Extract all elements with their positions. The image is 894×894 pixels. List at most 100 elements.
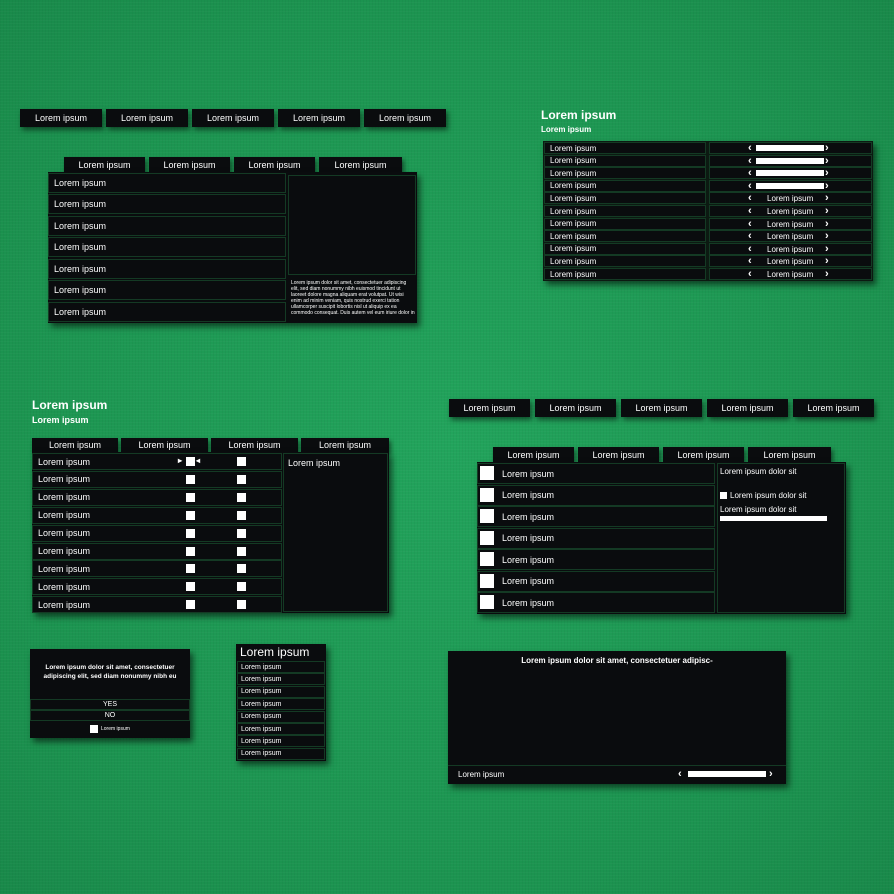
panel-b-tab-2[interactable]: Lorem ipsum [578, 447, 659, 462]
checkbox-col-1[interactable] [186, 600, 195, 610]
checkbox-col-1[interactable] [186, 492, 195, 502]
panel-b-row-checkbox[interactable] [480, 573, 494, 588]
menu-list-item[interactable]: Lorem ipsum [237, 710, 325, 723]
checkbox-tab-3[interactable]: Lorem ipsum [211, 438, 298, 452]
panel-a-row[interactable]: Lorem ipsum [48, 173, 286, 193]
chevron-left-icon[interactable]: ‹ [748, 218, 752, 229]
panel-a-row[interactable]: Lorem ipsum [48, 280, 286, 300]
panel-a-row[interactable]: Lorem ipsum [48, 302, 286, 322]
settings-row-value[interactable]: Lorem ipsum [767, 194, 813, 203]
checkbox-col-2[interactable] [237, 564, 246, 574]
chevron-left-icon[interactable]: ‹ [748, 206, 752, 217]
checkbox-col-1[interactable] [186, 546, 195, 556]
settings-row-slider[interactable] [756, 145, 824, 151]
chevron-left-icon[interactable]: ‹ [748, 180, 752, 191]
settings-row-label[interactable]: Lorem ipsum [544, 205, 706, 217]
checkbox-col-2[interactable] [237, 474, 246, 484]
settings-row-label[interactable]: Lorem ipsum [544, 142, 706, 154]
chevron-right-icon[interactable]: › [825, 193, 829, 204]
checkbox-col-1[interactable] [186, 528, 195, 538]
panel-a-tab-4[interactable]: Lorem ipsum [319, 157, 402, 172]
chevron-right-icon[interactable]: › [825, 218, 829, 229]
checkbox-col-2[interactable] [237, 457, 246, 466]
settings-row-value[interactable]: Lorem ipsum [767, 232, 813, 241]
top-tab-b-1[interactable]: Lorem ipsum [449, 399, 530, 417]
menu-list-item[interactable]: Lorem ipsum [237, 673, 325, 686]
top-tab-b-4[interactable]: Lorem ipsum [707, 399, 788, 417]
top-tab-a-4[interactable]: Lorem ipsum [278, 109, 360, 127]
panel-b-row[interactable]: Lorem ipsum [477, 549, 715, 570]
settings-row-label[interactable]: Lorem ipsum [544, 217, 706, 230]
dialog-no-button[interactable]: NO [30, 710, 190, 721]
settings-row-value[interactable]: Lorem ipsum [767, 220, 813, 229]
chevron-right-icon[interactable]: › [825, 256, 829, 267]
checkbox-col-2[interactable] [237, 510, 246, 520]
media-panel-slider[interactable] [688, 771, 766, 777]
panel-a-row[interactable]: Lorem ipsum [48, 216, 286, 236]
chevron-right-icon[interactable]: › [825, 155, 829, 166]
chevron-left-icon[interactable]: ‹ [748, 143, 752, 154]
chevron-left-icon[interactable]: ‹ [748, 269, 752, 280]
chevron-right-icon[interactable]: › [825, 168, 829, 179]
menu-list-item[interactable]: Lorem ipsum [237, 685, 325, 698]
settings-row-label[interactable]: Lorem ipsum [544, 192, 706, 205]
checkbox-tab-2[interactable]: Lorem ipsum [121, 438, 208, 452]
settings-row-label[interactable]: Lorem ipsum [544, 242, 706, 255]
checkbox-col-2[interactable] [237, 492, 246, 502]
chevron-left-icon[interactable]: ‹ [748, 155, 752, 166]
chevron-left-icon[interactable]: ‹ [748, 168, 752, 179]
checkbox-col-1[interactable] [186, 582, 195, 592]
checkbox-tab-1[interactable]: Lorem ipsum [32, 438, 118, 452]
chevron-left-icon[interactable]: ‹ [748, 256, 752, 267]
settings-row-label[interactable]: Lorem ipsum [544, 167, 706, 180]
top-tab-a-3[interactable]: Lorem ipsum [192, 109, 274, 127]
panel-b-tab-4[interactable]: Lorem ipsum [748, 447, 831, 462]
panel-b-row-checkbox[interactable] [480, 595, 494, 609]
checkbox-tab-4[interactable]: Lorem ipsum [301, 438, 389, 452]
panel-b-row[interactable]: Lorem ipsum [477, 527, 715, 549]
panel-b-tab-1[interactable]: Lorem ipsum [493, 447, 574, 462]
checkbox-col-2[interactable] [237, 582, 246, 592]
menu-list-item[interactable]: Lorem ipsum [237, 698, 325, 711]
chevron-right-icon[interactable]: › [825, 143, 829, 154]
panel-a-tab-1[interactable]: Lorem ipsum [64, 157, 145, 172]
settings-row-label[interactable]: Lorem ipsum [544, 268, 706, 280]
chevron-left-icon[interactable]: ‹ [678, 769, 682, 780]
panel-b-side-checkbox[interactable] [720, 492, 727, 499]
panel-a-tab-2[interactable]: Lorem ipsum [149, 157, 230, 172]
settings-row-slider[interactable] [756, 157, 824, 164]
menu-list-item[interactable]: Lorem ipsum [237, 747, 325, 760]
top-tab-b-5[interactable]: Lorem ipsum [793, 399, 874, 417]
settings-row-slider[interactable] [756, 182, 824, 189]
panel-b-row-checkbox[interactable] [480, 487, 494, 502]
panel-b-row[interactable]: Lorem ipsum [477, 463, 715, 484]
panel-b-row[interactable]: Lorem ipsum [477, 570, 715, 592]
top-tab-b-2[interactable]: Lorem ipsum [535, 399, 616, 417]
panel-b-tab-3[interactable]: Lorem ipsum [663, 447, 744, 462]
top-tab-a-2[interactable]: Lorem ipsum [106, 109, 188, 127]
panel-a-tab-3[interactable]: Lorem ipsum [234, 157, 315, 172]
chevron-right-icon[interactable]: › [825, 243, 829, 254]
panel-b-row-checkbox[interactable] [480, 509, 494, 523]
panel-b-row[interactable]: Lorem ipsum [477, 484, 715, 506]
menu-list-item[interactable]: Lorem ipsum [237, 661, 325, 673]
chevron-right-icon[interactable]: › [825, 231, 829, 242]
settings-row-value[interactable]: Lorem ipsum [767, 270, 813, 279]
panel-a-row[interactable]: Lorem ipsum [48, 194, 286, 214]
settings-row-value[interactable]: Lorem ipsum [767, 257, 813, 266]
checkbox-col-2[interactable] [237, 600, 246, 610]
settings-row-label[interactable]: Lorem ipsum [544, 179, 706, 192]
top-tab-a-5[interactable]: Lorem ipsum [364, 109, 446, 127]
settings-row-value[interactable]: Lorem ipsum [767, 245, 813, 254]
menu-list-item[interactable]: Lorem ipsum [237, 723, 325, 735]
settings-row-label[interactable]: Lorem ipsum [544, 230, 706, 243]
settings-row-value[interactable]: Lorem ipsum [767, 207, 813, 216]
settings-row-slider[interactable] [756, 170, 824, 177]
checkbox-col-2[interactable] [237, 528, 246, 538]
panel-b-row-checkbox[interactable] [480, 466, 494, 480]
settings-row-label[interactable]: Lorem ipsum [544, 255, 706, 268]
panel-b-row[interactable]: Lorem ipsum [477, 506, 715, 527]
checkbox-col-2[interactable] [237, 546, 246, 556]
panel-b-row-checkbox[interactable] [480, 552, 494, 566]
chevron-right-icon[interactable]: › [825, 206, 829, 217]
